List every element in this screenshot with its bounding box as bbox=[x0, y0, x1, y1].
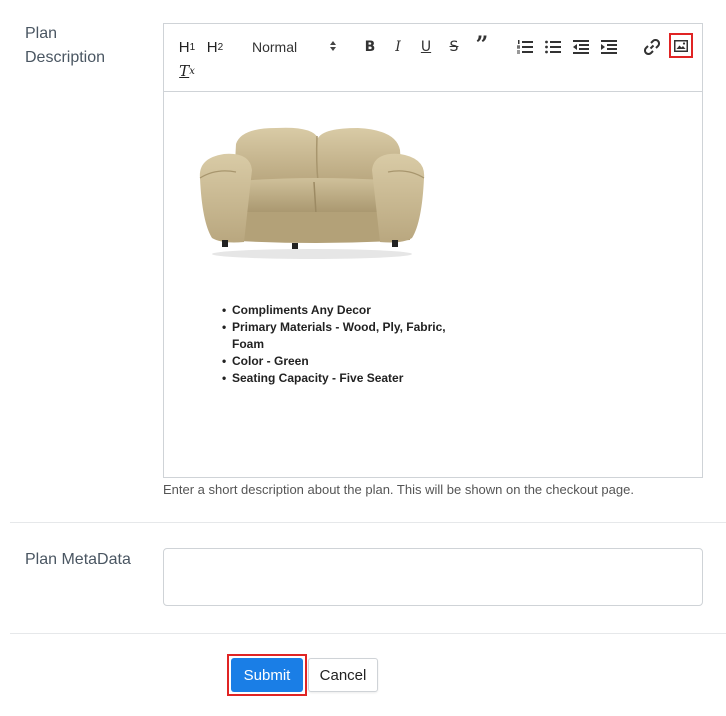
editor-toolbar: H1 H2 Normal B I U S ” T x bbox=[164, 24, 702, 92]
description-help-text: Enter a short description about the plan… bbox=[163, 482, 634, 497]
heading-1-sub: 1 bbox=[189, 41, 196, 53]
ordered-list-button[interactable] bbox=[514, 36, 536, 58]
link-icon bbox=[644, 39, 660, 55]
indent-button[interactable] bbox=[598, 36, 620, 58]
section-divider bbox=[10, 522, 726, 523]
clear-format-sub: x bbox=[189, 65, 195, 77]
bold-button[interactable]: B bbox=[360, 36, 380, 58]
bullet-list-icon bbox=[545, 40, 561, 54]
heading-2-sub: 2 bbox=[217, 41, 224, 53]
sofa-image bbox=[196, 122, 428, 267]
heading-1-label: H bbox=[178, 38, 190, 56]
list-item: Compliments Any Decor bbox=[222, 302, 452, 319]
format-select[interactable]: Normal bbox=[248, 36, 338, 58]
section-divider bbox=[10, 633, 726, 634]
outdent-button[interactable] bbox=[570, 36, 592, 58]
image-button[interactable] bbox=[670, 35, 692, 57]
rich-text-editor[interactable]: H1 H2 Normal B I U S ” T x • Compliments… bbox=[163, 23, 703, 478]
heading-2-label: H bbox=[206, 38, 218, 56]
editor-content[interactable]: Compliments Any Decor Primary Materials … bbox=[164, 92, 702, 478]
heading-2-button[interactable]: H2 bbox=[204, 36, 226, 58]
cancel-button[interactable]: Cancel bbox=[308, 658, 378, 692]
clear-format-label: T bbox=[179, 62, 190, 80]
submit-button[interactable]: Submit bbox=[231, 658, 303, 692]
outdent-icon bbox=[573, 40, 589, 54]
list-item: Color - Green bbox=[222, 353, 452, 370]
bullet-list-button[interactable] bbox=[542, 36, 564, 58]
list-item: Primary Materials - Wood, Ply, Fabric, F… bbox=[222, 319, 452, 353]
select-arrows-icon bbox=[328, 39, 338, 56]
image-icon bbox=[674, 40, 688, 52]
ordered-list-icon bbox=[517, 40, 533, 54]
list-item: Seating Capacity - Five Seater bbox=[222, 370, 452, 387]
indent-icon bbox=[601, 40, 617, 54]
heading-1-button[interactable]: H1 bbox=[176, 36, 198, 58]
italic-button[interactable]: I bbox=[388, 36, 408, 58]
description-bullet-list: Compliments Any Decor Primary Materials … bbox=[222, 302, 452, 387]
clear-format-button[interactable]: Tx bbox=[176, 60, 198, 82]
link-button[interactable] bbox=[641, 36, 663, 58]
blockquote-button[interactable]: ” bbox=[472, 32, 492, 58]
plan-metadata-input[interactable] bbox=[163, 548, 703, 606]
format-select-value: Normal bbox=[252, 39, 298, 55]
plan-metadata-label: Plan MetaData bbox=[25, 551, 131, 568]
strike-button[interactable]: S bbox=[444, 36, 464, 58]
underline-button[interactable]: U bbox=[416, 36, 436, 58]
plan-description-label: Plan Description bbox=[25, 25, 106, 66]
